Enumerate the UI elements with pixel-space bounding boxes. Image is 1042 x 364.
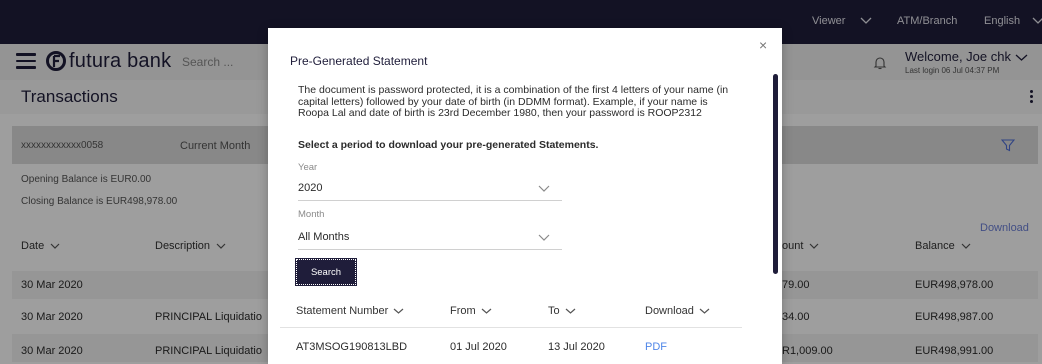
chevron-down-icon — [393, 308, 404, 314]
to-date-cell: 13 Jul 2020 — [548, 341, 605, 353]
modal-scrollbar[interactable] — [773, 74, 778, 274]
modal-title: Pre-Generated Statement — [290, 54, 428, 68]
pdf-download-link[interactable]: PDF — [645, 341, 667, 353]
column-header-from[interactable]: From — [450, 305, 492, 317]
chevron-down-icon — [699, 308, 710, 314]
year-select[interactable]: 2020 — [298, 179, 562, 201]
column-header-statement-number[interactable]: Statement Number — [296, 305, 404, 317]
year-label: Year — [298, 162, 318, 173]
search-button[interactable]: Search — [295, 258, 357, 286]
period-instruction: Select a period to download your pre-gen… — [298, 139, 599, 151]
column-header-to[interactable]: To — [548, 305, 576, 317]
password-info-text: The document is password protected, it i… — [298, 84, 729, 120]
chevron-down-icon — [481, 308, 492, 314]
chevron-down-icon — [538, 185, 550, 192]
from-date-cell: 01 Jul 2020 — [450, 341, 507, 353]
statement-number-cell: AT3MSOG190813LBD — [296, 341, 408, 353]
chevron-down-icon — [538, 234, 550, 241]
year-value: 2020 — [298, 182, 323, 194]
month-select[interactable]: All Months — [298, 228, 562, 250]
month-label: Month — [298, 209, 325, 220]
column-header-download[interactable]: Download — [645, 305, 710, 317]
month-value: All Months — [298, 231, 350, 243]
close-icon[interactable]: × — [759, 37, 767, 53]
table-divider — [280, 327, 742, 328]
pre-generated-statement-modal: × Pre-Generated Statement The document i… — [268, 28, 782, 364]
chevron-down-icon — [565, 308, 576, 314]
